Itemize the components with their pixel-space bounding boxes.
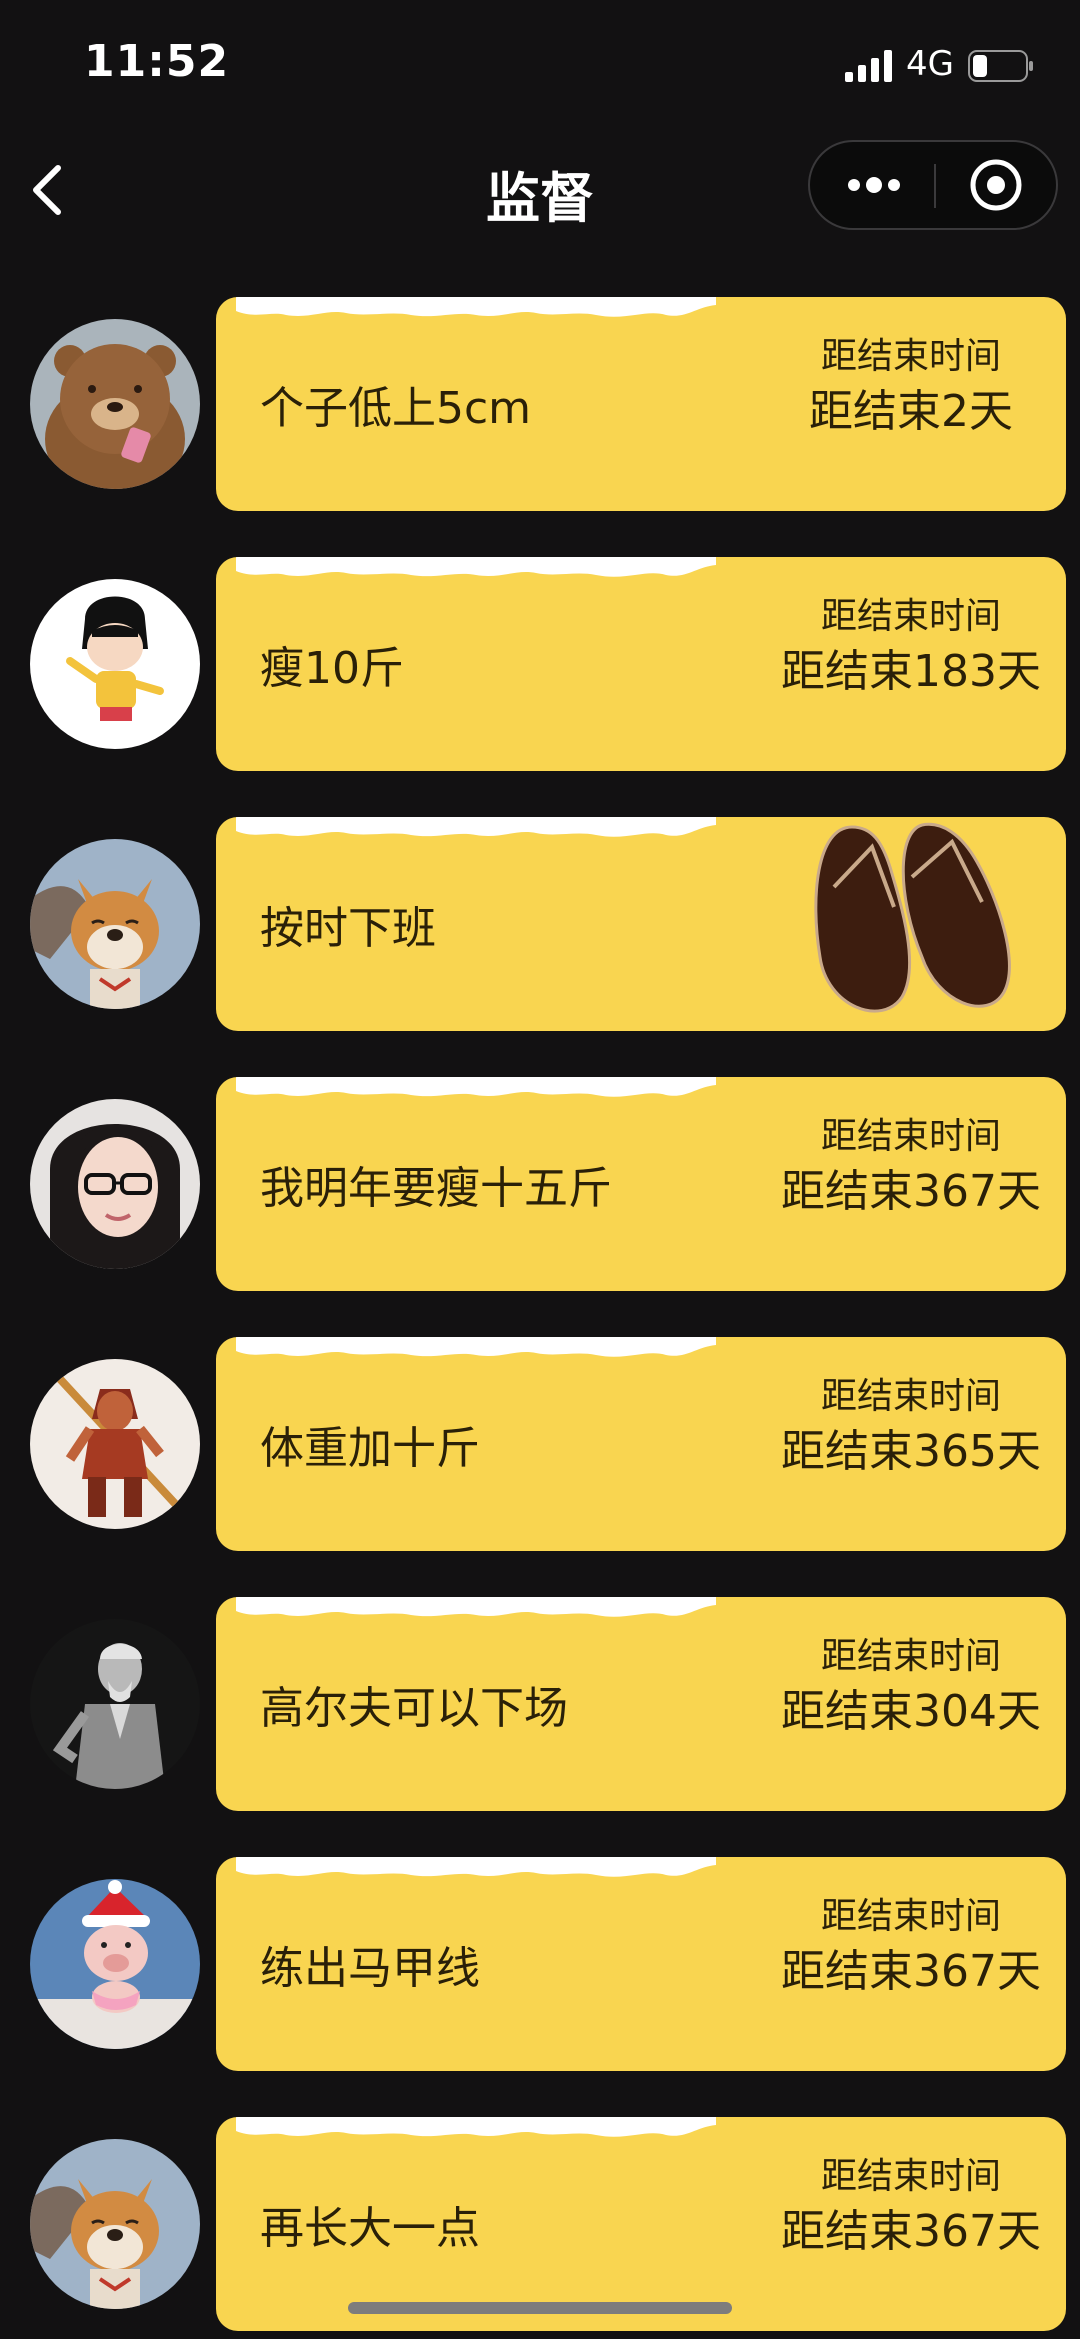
countdown: 距结束时间 距结束365天 [776, 1375, 1046, 1485]
countdown-label: 距结束时间 [820, 596, 1001, 637]
countdown-label: 距结束时间 [820, 1376, 1001, 1417]
goal-row[interactable]: 按时下班 [0, 815, 1080, 1033]
status-time: 11:52 [84, 36, 230, 87]
goal-row[interactable]: 我明年要瘦十五斤 距结束时间 距结束367天 [0, 1075, 1080, 1293]
countdown: 距结束时间 距结束367天 [776, 1895, 1046, 2005]
goal-text: 高尔夫可以下场 [260, 1683, 568, 1734]
countdown: 距结束时间 距结束183天 [776, 595, 1046, 705]
goal-row[interactable]: 体重加十斤 距结束时间 距结束365天 [0, 1335, 1080, 1553]
goal-card[interactable]: 高尔夫可以下场 距结束时间 距结束304天 [216, 1597, 1066, 1811]
countdown-value: 距结束367天 [781, 1946, 1041, 1997]
monkey-king-avatar[interactable] [30, 1359, 200, 1529]
countdown-value: 距结束183天 [781, 646, 1041, 697]
goal-card[interactable]: 再长大一点 距结束时间 距结束367天 [216, 2117, 1066, 2331]
mini-program-capsule [808, 140, 1058, 230]
woman-glasses-avatar[interactable] [30, 1099, 200, 1269]
goal-row[interactable]: 瘦10斤 距结束时间 距结束183天 [0, 555, 1080, 773]
nav-bar: 监督 [0, 130, 1080, 250]
bear-avatar[interactable] [30, 319, 200, 489]
countdown-label: 距结束时间 [820, 1636, 1001, 1677]
goal-card[interactable]: 瘦10斤 距结束时间 距结束183天 [216, 557, 1066, 771]
goal-text: 我明年要瘦十五斤 [260, 1163, 612, 1214]
signal-icon [845, 50, 892, 82]
countdown: 距结束时间 距结束367天 [776, 1115, 1046, 1225]
slippers-icon [814, 822, 1011, 1013]
goal-card[interactable]: 体重加十斤 距结束时间 距结束365天 [216, 1337, 1066, 1551]
countdown-value: 距结束365天 [781, 1426, 1041, 1477]
shiba-dog-avatar[interactable] [30, 2139, 200, 2309]
goal-card[interactable]: 我明年要瘦十五斤 距结束时间 距结束367天 [216, 1077, 1066, 1291]
home-indicator[interactable] [348, 2302, 732, 2314]
countdown-value: 距结束367天 [781, 1166, 1041, 1217]
goal-card[interactable]: 个子低上5cm 距结束时间 距结束2天 [216, 297, 1066, 511]
more-dots-icon[interactable] [824, 154, 924, 216]
old-man-statue-avatar[interactable] [30, 1619, 200, 1789]
battery-icon [968, 50, 1033, 82]
goal-card[interactable]: 练出马甲线 距结束时间 距结束367天 [216, 1857, 1066, 2071]
shiba-dog-avatar[interactable] [30, 839, 200, 1009]
goal-text: 按时下班 [260, 903, 436, 954]
countdown-value: 距结束367天 [781, 2206, 1041, 2257]
capsule-divider [934, 164, 936, 208]
countdown-label: 距结束时间 [820, 2156, 1001, 2197]
goal-text: 再长大一点 [260, 2203, 480, 2254]
close-target-icon[interactable] [946, 154, 1046, 216]
goal-row[interactable]: 练出马甲线 距结束时间 距结束367天 [0, 1855, 1080, 2073]
countdown: 距结束时间 距结束367天 [776, 2155, 1046, 2265]
countdown: 距结束时间 距结束2天 [776, 335, 1046, 445]
pig-santa-hat-avatar[interactable] [30, 1879, 200, 2049]
countdown-value: 距结束304天 [781, 1686, 1041, 1737]
goal-text: 瘦10斤 [260, 643, 404, 694]
cartoon-girl-avatar[interactable] [30, 579, 200, 749]
status-bar: 11:52 4G [0, 0, 1080, 130]
goal-text: 练出马甲线 [260, 1943, 480, 1994]
countdown-label: 距结束时间 [820, 1896, 1001, 1937]
goal-text: 个子低上5cm [260, 383, 532, 434]
goal-row[interactable]: 高尔夫可以下场 距结束时间 距结束304天 [0, 1595, 1080, 1813]
countdown-value: 距结束2天 [809, 386, 1013, 437]
goal-row[interactable]: 再长大一点 距结束时间 距结束367天 [0, 2115, 1080, 2333]
goal-card[interactable]: 按时下班 [216, 817, 1066, 1031]
goal-row[interactable]: 个子低上5cm 距结束时间 距结束2天 [0, 295, 1080, 513]
countdown-label: 距结束时间 [820, 336, 1001, 377]
countdown: 距结束时间 距结束304天 [776, 1635, 1046, 1745]
network-type: 4G [906, 44, 954, 84]
countdown-label: 距结束时间 [820, 1116, 1001, 1157]
goal-text: 体重加十斤 [260, 1423, 480, 1474]
